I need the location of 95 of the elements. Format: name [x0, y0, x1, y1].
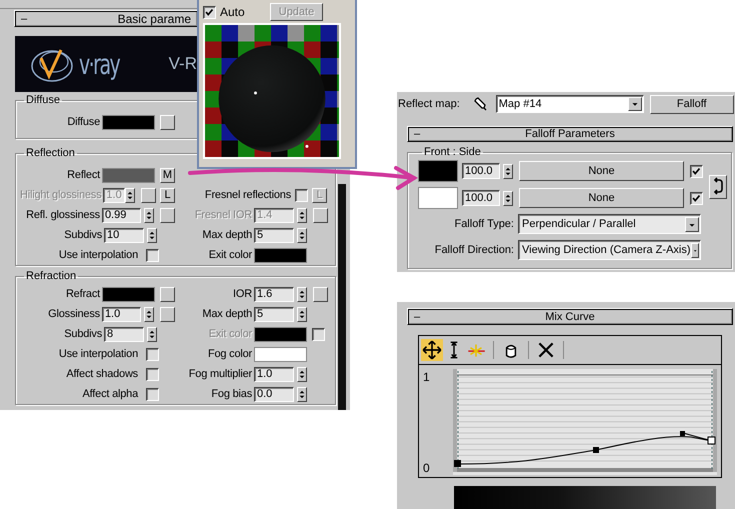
spinner-field[interactable]: 10	[104, 228, 144, 242]
spinner-field[interactable]: 0.0	[254, 386, 294, 402]
map-button[interactable]	[313, 286, 328, 302]
map-button[interactable]	[160, 208, 175, 222]
logo-caption: V-R	[168, 54, 197, 74]
checkbox[interactable]	[146, 348, 159, 360]
rollout-header[interactable]: – Basic parame	[14, 10, 197, 27]
checkbox[interactable]	[203, 6, 216, 18]
param-label: Max depth	[201, 229, 252, 241]
spinner-button[interactable]	[297, 286, 307, 302]
eyedropper-icon[interactable]	[474, 97, 488, 111]
spinner-button[interactable]	[144, 208, 154, 222]
param-label: Fresnel reflections	[204, 189, 291, 201]
param-label: Fog multiplier	[188, 368, 252, 380]
param-label: Fresnel IOR	[194, 209, 252, 221]
checkbox[interactable]	[295, 188, 308, 202]
param-label: Fog bias	[210, 388, 252, 400]
param-label: Reflect	[66, 169, 100, 181]
map-button[interactable]: None	[519, 188, 684, 208]
map-button[interactable]: None	[519, 161, 684, 181]
move-tool-icon[interactable]	[421, 339, 443, 361]
auto-label: Auto	[220, 5, 245, 19]
spinner-field[interactable]: 100.0	[462, 163, 500, 179]
map-button[interactable]	[160, 114, 175, 130]
curve-graph[interactable]	[453, 369, 717, 475]
param-label: Fog color	[206, 348, 252, 360]
spinner-button[interactable]	[147, 326, 157, 342]
dropdown[interactable]: Viewing Direction (Camera Z-Axis)	[518, 240, 701, 260]
param-label: Diffuse	[66, 116, 100, 128]
param-label: Affect shadows	[65, 368, 138, 380]
spinner-button[interactable]	[297, 228, 307, 242]
rollout-header[interactable]: – Falloff Parameters	[407, 126, 733, 142]
map-button[interactable]: M	[160, 168, 175, 182]
group-title: Reflection	[25, 147, 76, 159]
color-swatch[interactable]	[418, 187, 458, 209]
spinner-button[interactable]	[125, 188, 135, 202]
group-title: Refraction	[25, 270, 78, 282]
checkbox[interactable]	[146, 388, 159, 400]
color-swatch[interactable]	[102, 286, 155, 302]
rollout-header[interactable]: – Mix Curve	[407, 308, 733, 325]
spinner-field[interactable]: 100.0	[462, 190, 500, 206]
group-title: Front : Side	[423, 146, 482, 158]
param-label: Hilight glossiness	[20, 189, 102, 201]
spinner-button[interactable]	[297, 386, 307, 402]
group-title: Diffuse	[25, 94, 62, 106]
spinner-field[interactable]: 1.0	[102, 306, 142, 322]
param-label: Exit color	[208, 249, 252, 261]
spinner-button[interactable]	[503, 190, 513, 206]
spinner-button[interactable]	[297, 306, 307, 322]
dropdown[interactable]: Perpendicular / Parallel	[518, 214, 701, 234]
color-swatch[interactable]	[418, 160, 458, 182]
param-label: Refract	[64, 288, 100, 300]
map-button[interactable]	[160, 306, 175, 322]
param-label: Affect alpha	[82, 388, 138, 400]
spinner-button[interactable]	[297, 366, 307, 382]
curve-drawing[interactable]	[454, 431, 716, 467]
param-label: Exit color	[208, 328, 252, 340]
scrollbar[interactable]	[338, 184, 346, 410]
param-label: Subdivs	[63, 328, 102, 340]
axis-max-label: 1	[423, 370, 431, 384]
checkbox[interactable]	[690, 164, 703, 178]
map-type-button[interactable]: Falloff	[650, 94, 734, 114]
spinner-button[interactable]	[503, 164, 513, 178]
swap-button[interactable]	[709, 175, 727, 199]
logo-text: v·ray	[79, 48, 120, 80]
param-label: Use interpolation	[58, 348, 138, 360]
param-label: Use interpolation	[58, 249, 138, 261]
param-label: Max depth	[201, 308, 252, 320]
map-button[interactable]	[160, 286, 175, 302]
color-swatch[interactable]	[102, 114, 155, 130]
spinner-field[interactable]: 5	[254, 228, 294, 242]
field-label: Falloff Direction:	[434, 244, 514, 256]
spinner-field[interactable]: 8	[104, 326, 144, 342]
checkbox[interactable]	[146, 368, 159, 380]
color-swatch[interactable]	[102, 168, 155, 182]
spinner-field[interactable]: 1.6	[254, 286, 294, 302]
axis-min-label: 0	[423, 461, 431, 475]
param-label: Subdivs	[63, 229, 102, 241]
param-label: Glossiness	[47, 308, 100, 320]
spinner-field[interactable]: 1.0	[254, 366, 294, 382]
param-label: Refl. glossiness	[25, 209, 100, 221]
field-label: Falloff Type:	[453, 218, 514, 230]
field-label: Reflect map:	[398, 98, 460, 110]
spinner-field[interactable]: 0.99	[102, 208, 142, 222]
spinner-field[interactable]: 5	[254, 306, 294, 322]
color-swatch[interactable]	[254, 248, 307, 262]
param-label: IOR	[232, 288, 252, 300]
checkbox[interactable]	[146, 248, 159, 262]
map-name-field[interactable]: Map #14	[496, 95, 644, 113]
checkbox[interactable]	[690, 192, 703, 204]
spinner-button[interactable]	[144, 306, 154, 322]
spinner-button[interactable]	[147, 228, 157, 242]
swap-icon	[712, 176, 724, 194]
color-swatch[interactable]	[254, 346, 307, 362]
spinner-button[interactable]	[297, 208, 307, 222]
